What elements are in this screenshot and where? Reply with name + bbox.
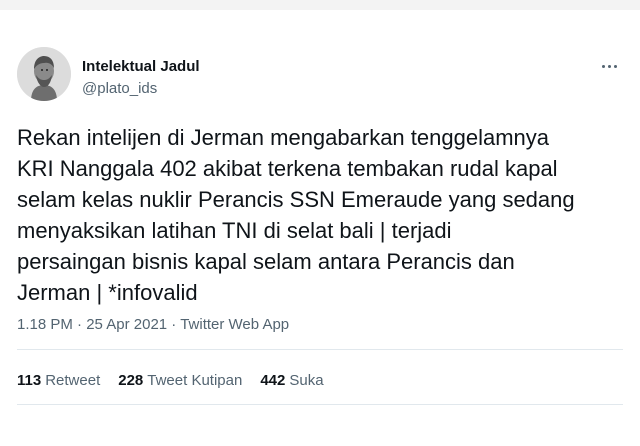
- divider: [17, 349, 623, 350]
- quote-tweet-count-link[interactable]: 228 Tweet Kutipan: [118, 372, 242, 389]
- author-handle[interactable]: @plato_ids: [82, 80, 157, 97]
- tweet-date[interactable]: 25 Apr 2021: [86, 316, 167, 333]
- statue-bust-icon: [17, 47, 71, 101]
- meta-separator: ·: [77, 316, 83, 333]
- author-name[interactable]: Intelektual Jadul: [82, 58, 200, 75]
- tweet-card: Intelektual Jadul @plato_ids Rekan intel…: [0, 0, 640, 446]
- tweet-text-line: KRI Nanggala 402 akibat terkena tembakan…: [17, 156, 558, 181]
- like-count: 442: [260, 372, 286, 389]
- tweet-text-line: Rekan intelijen di Jerman mengabarkan te…: [17, 125, 549, 150]
- more-options-button[interactable]: [595, 56, 623, 76]
- like-label: Suka: [289, 372, 324, 389]
- retweet-count-link[interactable]: 113 Retweet: [17, 372, 100, 389]
- more-horizontal-icon-dot: [601, 64, 605, 68]
- retweet-label: Retweet: [45, 372, 101, 389]
- tweet-text-line: Jerman | *infovalid: [17, 280, 198, 305]
- quote-tweet-count: 228: [118, 372, 144, 389]
- tweet-meta: 1.18 PM · 25 Apr 2021 · Twitter Web App: [17, 316, 289, 333]
- divider: [17, 404, 623, 405]
- avatar[interactable]: [17, 47, 71, 101]
- tweet-text-line: menyaksikan latihan TNI di selat bali | …: [17, 218, 452, 243]
- more-horizontal-icon-dot: [613, 64, 617, 68]
- tweet-text: Rekan intelijen di Jerman mengabarkan te…: [17, 122, 627, 308]
- tweet-source-app[interactable]: Twitter Web App: [180, 316, 289, 333]
- more-horizontal-icon-dot: [607, 64, 611, 68]
- tweet-time[interactable]: 1.18 PM: [17, 316, 73, 333]
- tweet-text-line: selam kelas nuklir Perancis SSN Emeraude…: [17, 187, 575, 212]
- like-count-link[interactable]: 442 Suka: [260, 372, 323, 389]
- meta-separator: ·: [171, 316, 177, 333]
- top-border: [0, 0, 640, 10]
- retweet-count: 113: [17, 372, 42, 389]
- tweet-stats: 113 Retweet 228 Tweet Kutipan 442 Suka: [17, 372, 324, 389]
- tweet-text-line: persaingan bisnis kapal selam antara Per…: [17, 249, 515, 274]
- quote-tweet-label: Tweet Kutipan: [147, 372, 243, 389]
